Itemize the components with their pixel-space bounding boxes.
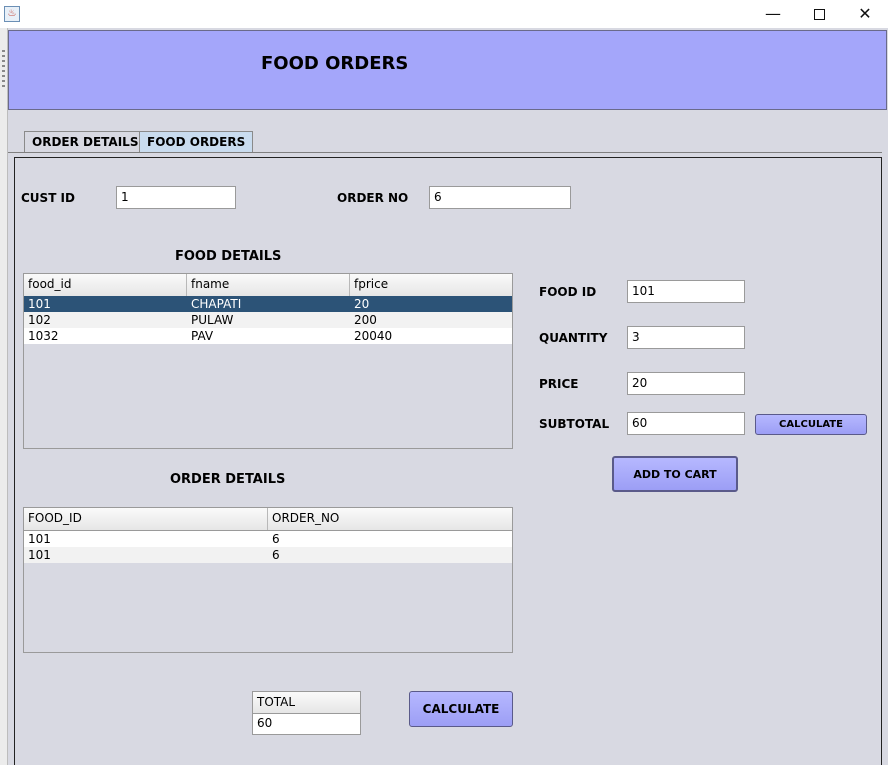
java-app-icon: ♨ xyxy=(4,6,20,22)
cell-order-no: 6 xyxy=(272,548,280,562)
quantity-label: QUANTITY xyxy=(539,331,608,345)
order-details-table[interactable]: FOOD_ID ORDER_NO 101 6 101 6 xyxy=(23,507,513,653)
table-row[interactable]: 102 PULAW 200 xyxy=(24,312,512,328)
background-window-edge xyxy=(0,28,8,765)
food-details-header: food_id fname fprice xyxy=(24,274,512,297)
total-calculate-button[interactable]: CALCULATE xyxy=(409,691,513,727)
order-no-field[interactable]: 6 xyxy=(429,186,571,209)
page-title: FOOD ORDERS xyxy=(261,53,409,74)
maximize-button[interactable] xyxy=(796,0,842,28)
close-button[interactable]: ✕ xyxy=(842,0,888,28)
table-row[interactable]: 1032 PAV 20040 xyxy=(24,328,512,344)
food-details-table[interactable]: food_id fname fprice 101 CHAPATI 20 102 … xyxy=(23,273,513,449)
cell-food-id: 101 xyxy=(28,548,51,562)
order-details-title: ORDER DETAILS xyxy=(170,472,286,487)
price-label: PRICE xyxy=(539,377,579,391)
food-id-field[interactable]: 101 xyxy=(627,280,745,303)
column-header-fprice[interactable]: fprice xyxy=(350,274,512,296)
total-table: TOTAL 60 xyxy=(252,691,361,735)
tab-food-orders[interactable]: FOOD ORDERS xyxy=(139,131,254,153)
total-value[interactable]: 60 xyxy=(253,714,360,734)
cell-food-id: 101 xyxy=(28,532,51,546)
food-id-label: FOOD ID xyxy=(539,285,597,299)
order-details-rows: 101 6 101 6 xyxy=(24,531,512,563)
tab-divider xyxy=(8,152,882,153)
table-row[interactable]: 101 6 xyxy=(24,547,512,563)
price-field[interactable]: 20 xyxy=(627,372,745,395)
subtotal-field[interactable]: 60 xyxy=(627,412,745,435)
order-no-label: ORDER NO xyxy=(337,191,409,205)
food-details-title: FOOD DETAILS xyxy=(175,249,282,264)
cell-fprice: 20 xyxy=(354,297,370,311)
food-details-rows: 101 CHAPATI 20 102 PULAW 200 1032 PAV 20… xyxy=(24,296,512,344)
quantity-field[interactable]: 3 xyxy=(627,326,745,349)
header-banner: FOOD ORDERS xyxy=(8,30,887,110)
tab-order-details[interactable]: ORDER DETAILS xyxy=(24,131,147,153)
column-header-order-no[interactable]: ORDER_NO xyxy=(268,508,512,530)
total-header: TOTAL xyxy=(253,692,360,714)
cell-fname: PULAW xyxy=(191,313,234,327)
subtotal-calculate-button[interactable]: CALCULATE xyxy=(755,414,867,435)
cust-id-field[interactable]: 1 xyxy=(116,186,236,209)
cell-food-id: 1032 xyxy=(28,329,59,343)
maximize-icon xyxy=(813,9,825,20)
cell-fprice: 20040 xyxy=(354,329,393,343)
tab-panel xyxy=(14,157,882,765)
cell-fname: PAV xyxy=(191,329,214,343)
table-row[interactable]: 101 CHAPATI 20 xyxy=(24,296,512,312)
cell-fname: CHAPATI xyxy=(191,297,242,311)
minimize-button[interactable]: — xyxy=(750,0,796,28)
add-to-cart-button[interactable]: ADD TO CART xyxy=(612,456,738,492)
cell-order-no: 6 xyxy=(272,532,280,546)
cell-food-id: 102 xyxy=(28,313,51,327)
order-details-header: FOOD_ID ORDER_NO xyxy=(24,508,512,531)
column-header-food-id[interactable]: FOOD_ID xyxy=(24,508,268,530)
cell-food-id: 101 xyxy=(28,297,51,311)
column-header-fname[interactable]: fname xyxy=(187,274,350,296)
table-row[interactable]: 101 6 xyxy=(24,531,512,547)
subtotal-label: SUBTOTAL xyxy=(539,417,610,431)
cell-fprice: 200 xyxy=(354,313,377,327)
cust-id-label: CUST ID xyxy=(21,191,75,205)
column-header-food-id[interactable]: food_id xyxy=(24,274,187,296)
